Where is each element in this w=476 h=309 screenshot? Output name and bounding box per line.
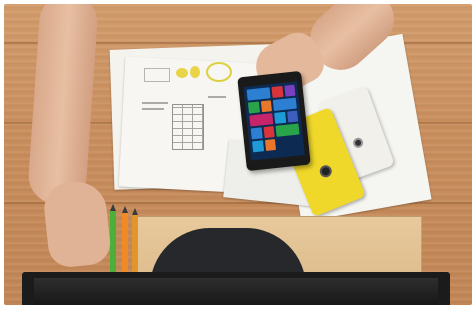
- live-tile: [283, 84, 296, 97]
- live-tile: [272, 97, 297, 111]
- held-smartphone: [237, 70, 311, 172]
- colored-pencil: [122, 206, 128, 276]
- keypad-sketch: [172, 104, 204, 150]
- monitor: [22, 272, 450, 305]
- left-hand: [41, 178, 113, 270]
- left-arm: [26, 4, 100, 206]
- yellow-highlight: [176, 68, 188, 78]
- live-tile: [286, 110, 299, 123]
- live-tile: [275, 123, 300, 137]
- text-line-sketch: [142, 108, 164, 110]
- live-tile: [247, 101, 260, 114]
- text-line-sketch: [208, 96, 226, 98]
- text-line-sketch: [142, 102, 168, 104]
- camera-lens: [351, 136, 365, 150]
- colored-pencil: [132, 208, 138, 278]
- camera-lens: [317, 163, 334, 180]
- desk-photo: [4, 4, 472, 305]
- monitor-screen: [34, 278, 438, 305]
- live-tile: [252, 140, 264, 153]
- pencil-tip: [122, 206, 128, 213]
- live-tile: [274, 111, 286, 124]
- pencil-tip: [132, 208, 138, 215]
- live-tile: [271, 85, 284, 99]
- wireframe-sketch: [144, 68, 170, 82]
- live-tile: [250, 127, 263, 140]
- yellow-highlight: [190, 66, 200, 78]
- live-tile: [249, 113, 274, 127]
- colored-pencil: [110, 204, 116, 274]
- live-tile: [264, 139, 277, 152]
- phone-screen: [243, 81, 305, 161]
- live-tile: [263, 126, 275, 139]
- live-tile: [246, 87, 271, 101]
- pencil-tip: [110, 204, 116, 211]
- yellow-circle-sketch: [206, 62, 232, 82]
- live-tile: [260, 100, 272, 113]
